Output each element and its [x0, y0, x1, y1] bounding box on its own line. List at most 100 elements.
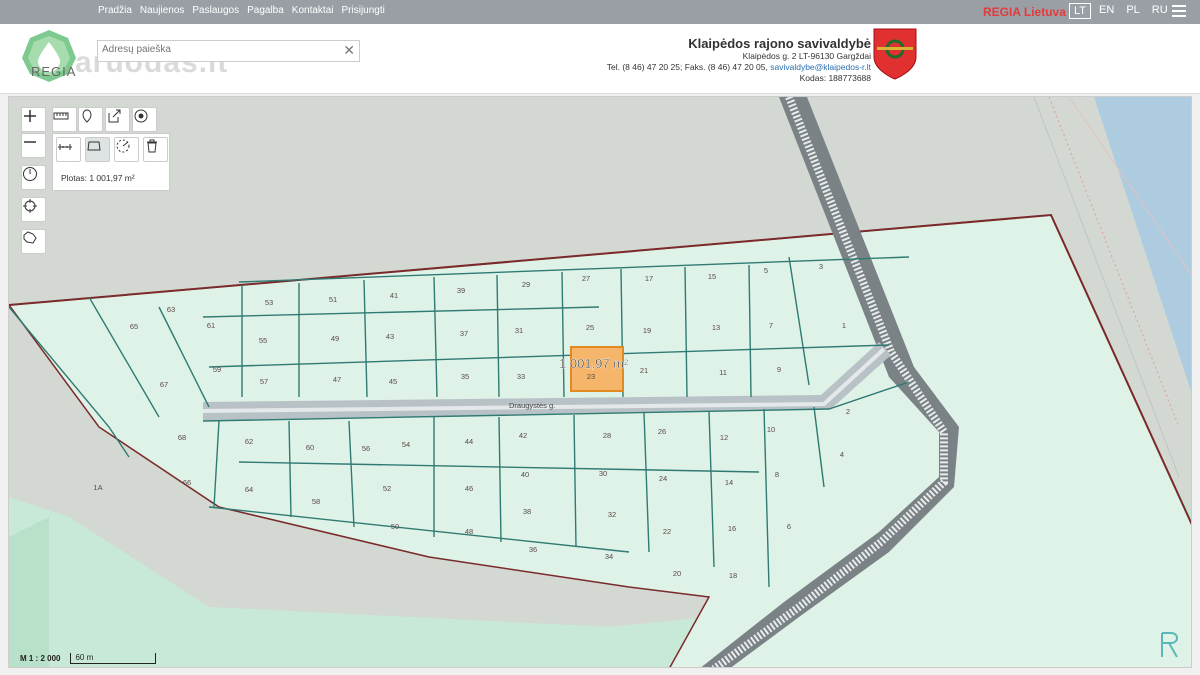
parcel-label: 4 — [840, 450, 844, 459]
parcel-label: 56 — [362, 444, 370, 453]
logo-text: REGIA — [31, 64, 77, 79]
parcel-label: 47 — [333, 375, 341, 384]
parcel-label: 24 — [659, 474, 667, 483]
parcel-label: 61 — [207, 321, 215, 330]
parcel-label: 27 — [582, 274, 590, 283]
address-search-input[interactable] — [102, 44, 332, 55]
marker-icon[interactable] — [78, 107, 103, 132]
parcel-label: 32 — [608, 510, 616, 519]
parcel-label: 15 — [708, 272, 716, 281]
language-switcher: LT EN PL RU — [1069, 3, 1172, 19]
parcel-label: 28 — [603, 431, 611, 440]
parcel-label: 8 — [775, 470, 779, 479]
parcel-label: 62 — [245, 437, 253, 446]
parcel-label: 19 — [643, 326, 651, 335]
parcel-label: 35 — [461, 372, 469, 381]
parcel-label: 48 — [465, 527, 473, 536]
municipality-info: Klaipėdos rajono savivaldybė Klaipėdos g… — [607, 36, 871, 84]
municipality-email[interactable]: savivaldybe@klaipedos-r.lt — [770, 62, 871, 72]
parcel-label: 68 — [178, 433, 186, 442]
map-canvas: 53 51 41 39 29 27 17 15 5 3 63 61 55 49 … — [9, 97, 1191, 667]
nav-item-news[interactable]: Naujienos — [140, 5, 184, 16]
parcel-label: 44 — [465, 437, 473, 446]
export-icon[interactable] — [105, 107, 130, 132]
parcel-label: 53 — [265, 298, 273, 307]
address-search: ✕ — [97, 40, 360, 62]
zoom-in-button[interactable] — [21, 107, 46, 132]
lang-pl[interactable]: PL — [1122, 3, 1143, 19]
municipality-name: Klaipėdos rajono savivaldybė — [688, 36, 871, 51]
parcel-label: 26 — [658, 427, 666, 436]
parcel-label: 60 — [306, 443, 314, 452]
site-header: REGIA aruodas.lt ✕ Klaipėdos rajono savi… — [0, 24, 1200, 94]
municipality-address: Klaipėdos g. 2 LT-96130 Gargždai — [742, 51, 871, 61]
delete-icon[interactable] — [143, 137, 168, 162]
parcel-label: 49 — [331, 334, 339, 343]
parcel-label: 1A — [93, 483, 102, 492]
parcel-label: 23 — [587, 372, 595, 381]
parcel-label: 6 — [787, 522, 791, 531]
measure-panel: Plotas: 1 001,97 m² — [52, 133, 170, 191]
parcel-label: 46 — [465, 484, 473, 493]
measurement-label: 1 001,97 m² — [559, 356, 629, 371]
crosshair-icon[interactable] — [21, 197, 46, 222]
parcel-label: 36 — [529, 545, 537, 554]
parcel-label: 22 — [663, 527, 671, 536]
parcel-label: 58 — [312, 497, 320, 506]
parcel-label: 21 — [640, 366, 648, 375]
nav-item-services[interactable]: Paslaugos — [192, 5, 239, 16]
parcel-label: 25 — [586, 323, 594, 332]
clock-icon[interactable] — [21, 165, 46, 190]
parcel-label: 39 — [457, 286, 465, 295]
parcel-label: 12 — [720, 433, 728, 442]
parcel-label: 18 — [729, 571, 737, 580]
map-view[interactable]: 53 51 41 39 29 27 17 15 5 3 63 61 55 49 … — [8, 96, 1192, 668]
parcel-label: 34 — [605, 552, 613, 561]
coat-of-arms-icon — [871, 27, 919, 81]
parcel-label: 30 — [599, 469, 607, 478]
nav-item-home[interactable]: Pradžia — [98, 5, 132, 16]
scale-ratio: M 1 : 2 000 — [20, 654, 61, 663]
parcel-label: 14 — [725, 478, 733, 487]
nav-item-login[interactable]: Prisijungti — [342, 5, 385, 16]
region-shape-icon[interactable] — [21, 229, 46, 254]
parcel-label: 43 — [386, 332, 394, 341]
parcel-label: 31 — [515, 326, 523, 335]
parcel-label: 67 — [160, 380, 168, 389]
parcel-label: 11 — [719, 368, 727, 377]
ruler-tool-button[interactable] — [52, 107, 77, 132]
parcel-label: 38 — [523, 507, 531, 516]
zoom-out-button[interactable] — [21, 133, 46, 158]
distance-tool-icon[interactable] — [56, 137, 81, 162]
parcel-label: 29 — [522, 280, 530, 289]
regia-logo[interactable] — [18, 28, 80, 90]
parcel-label: 66 — [183, 478, 191, 487]
parcel-label: 10 — [767, 425, 775, 434]
radius-tool-icon[interactable] — [114, 137, 139, 162]
area-readout: Plotas: 1 001,97 m² — [61, 173, 135, 183]
brand-label[interactable]: REGIA Lietuva — [983, 5, 1066, 19]
parcel-label: 64 — [245, 485, 253, 494]
parcel-label: 42 — [519, 431, 527, 440]
parcel-label: 41 — [390, 291, 398, 300]
locate-icon[interactable] — [132, 107, 157, 132]
lang-en[interactable]: EN — [1095, 3, 1118, 19]
lang-lt[interactable]: LT — [1069, 3, 1092, 19]
clear-search-icon[interactable]: ✕ — [343, 42, 355, 59]
area-tool-icon[interactable] — [85, 137, 110, 162]
lang-ru[interactable]: RU — [1148, 3, 1172, 19]
parcel-label: 54 — [402, 440, 410, 449]
parcel-label: 9 — [777, 365, 781, 374]
parcel-label: 5 — [764, 266, 768, 275]
hamburger-menu-icon[interactable] — [1172, 5, 1186, 17]
municipality-contacts: Tel. (8 46) 47 20 25; Faks. (8 46) 47 20… — [607, 62, 871, 73]
parcel-label: 65 — [130, 322, 138, 331]
main-nav: Pradžia Naujienos Paslaugos Pagalba Kont… — [98, 5, 385, 16]
municipality-code: Kodas: 188773688 — [799, 73, 871, 83]
nav-item-help[interactable]: Pagalba — [247, 5, 284, 16]
parcel-label: 17 — [645, 274, 653, 283]
parcel-label: 3 — [819, 262, 823, 271]
parcel-label: 57 — [260, 377, 268, 386]
nav-item-contacts[interactable]: Kontaktai — [292, 5, 334, 16]
parcel-label: 7 — [769, 321, 773, 330]
